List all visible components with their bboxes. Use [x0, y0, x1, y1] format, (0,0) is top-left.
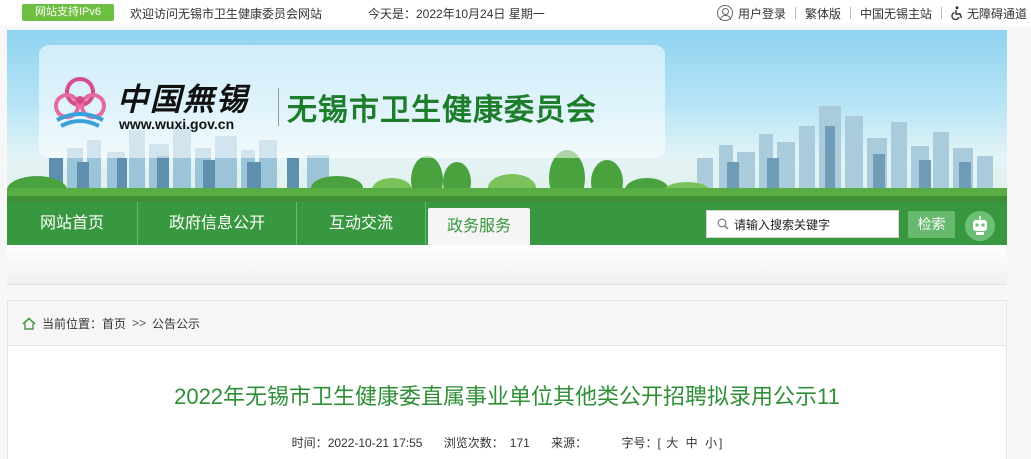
header-banner: 中国無锡 www.wuxi.gov.cn 无锡市卫生健康委员会: [7, 30, 1007, 202]
publish-time: 时间：2022-10-21 17:55: [291, 436, 423, 450]
site-title: 无锡市卫生健康委员会: [287, 94, 597, 127]
wuxi-flower-logo-icon: [54, 77, 106, 128]
divider: [794, 7, 796, 19]
article-meta: 时间：2022-10-21 17:55 浏览次数： 171 来源： 字号：[ 大 …: [8, 434, 1006, 451]
breadcrumb: 当前位置： 首页 >> 公告公示: [8, 301, 1006, 346]
accessibility-link[interactable]: 无障碍通道: [951, 5, 1027, 22]
article-panel: 当前位置： 首页 >> 公告公示 2022年无锡市卫生健康委直属事业单位其他类公…: [7, 300, 1007, 459]
search-button[interactable]: 检索: [908, 211, 955, 238]
ipv6-badge: 网站支持IPv6: [22, 4, 114, 21]
welcome-text: 欢迎访问无锡市卫生健康委员会网站: [130, 7, 323, 21]
main-site-link[interactable]: 中国无锡主站: [860, 5, 932, 22]
breadcrumb-separator: >>: [132, 316, 147, 330]
search-box: [706, 210, 899, 238]
bracket: ]: [718, 436, 723, 450]
robot-assistant-icon[interactable]: [965, 211, 995, 241]
font-size-small[interactable]: 小: [705, 436, 717, 450]
nav-interaction[interactable]: 互动交流: [297, 202, 425, 245]
search-input[interactable]: [734, 215, 894, 234]
nav-gov-info[interactable]: 政府信息公开: [138, 202, 296, 245]
divider: [940, 7, 942, 19]
nav-gov-services[interactable]: 政务服务: [428, 208, 530, 245]
logo-text: 中国無锡: [117, 82, 249, 118]
traditional-chinese-link[interactable]: 繁体版: [805, 5, 841, 22]
divider: [278, 88, 279, 126]
top-links: 用户登录 繁体版 中国无锡主站 无障碍通道: [716, 3, 1027, 23]
font-size-large[interactable]: 大: [666, 436, 678, 450]
accessibility-label: 无障碍通道: [966, 6, 1027, 21]
breadcrumb-label: 当前位置：: [42, 316, 103, 331]
bracket: [: [657, 436, 661, 450]
login-link[interactable]: 用户登录: [716, 5, 786, 22]
top-bar: 网站支持IPv6 欢迎访问无锡市卫生健康委员会网站 今天是：2022年10月24…: [0, 0, 1031, 26]
font-size-control: 字号：[ 大 中 小]: [621, 436, 723, 450]
search-icon: [717, 218, 729, 230]
article-title: 2022年无锡市卫生健康委直属事业单位其他类公开招聘拟录用公示11: [174, 384, 840, 409]
login-label: 用户登录: [737, 6, 786, 21]
home-icon: [22, 316, 36, 330]
source: 来源：: [551, 436, 588, 450]
logo-url: www.wuxi.gov.cn: [119, 116, 235, 132]
font-size-medium[interactable]: 中: [686, 436, 698, 450]
current-date: 今天是：2022年10月24日 星期一: [368, 7, 545, 21]
nav-home[interactable]: 网站首页: [7, 202, 137, 245]
breadcrumb-current[interactable]: 公告公示: [152, 315, 200, 332]
divider: [849, 7, 851, 19]
view-count: 浏览次数： 171: [443, 436, 530, 450]
user-icon: [716, 5, 733, 21]
wheelchair-icon: [951, 6, 963, 20]
divider: [425, 202, 426, 245]
breadcrumb-home[interactable]: 首页: [102, 315, 126, 332]
sub-nav-bar: [7, 245, 1007, 285]
